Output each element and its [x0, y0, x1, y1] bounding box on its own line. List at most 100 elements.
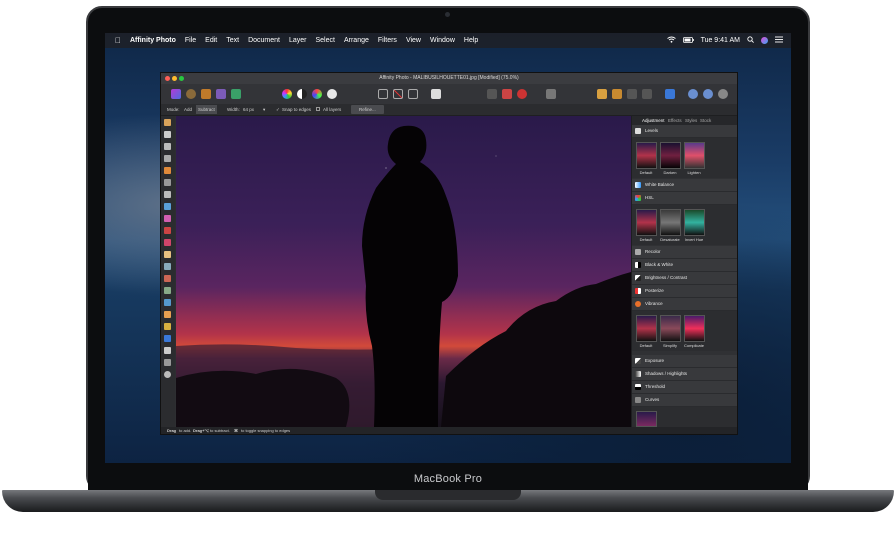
tab-adjustment[interactable]: Adjustment: [642, 116, 665, 125]
paint-brush-tool-icon[interactable]: [164, 227, 171, 234]
preset-thumb[interactable]: [684, 209, 705, 236]
adjustment-hsl[interactable]: HSL: [632, 192, 737, 205]
view-mode-icon[interactable]: [703, 89, 713, 99]
mesh-warp-tool-icon[interactable]: [164, 359, 171, 366]
adjustment-recolor[interactable]: Recolor: [632, 246, 737, 259]
preset-thumb[interactable]: [684, 315, 705, 342]
view-tool-icon[interactable]: [164, 119, 171, 126]
mode-icon[interactable]: [502, 89, 512, 99]
preset-thumb[interactable]: [636, 209, 657, 236]
deselect-icon[interactable]: [393, 89, 403, 99]
liquify-persona-icon[interactable]: [186, 89, 196, 99]
assistant-icon[interactable]: [688, 89, 698, 99]
tab-stock[interactable]: Stock: [700, 116, 711, 125]
notification-center-icon[interactable]: [775, 36, 783, 45]
color-replacement-tool-icon[interactable]: [164, 239, 171, 246]
photo-persona-icon[interactable]: [171, 89, 181, 99]
all-layers-checkbox[interactable]: [316, 107, 320, 111]
wifi-icon[interactable]: [666, 36, 676, 45]
gradient-tool-icon[interactable]: [164, 215, 171, 222]
minimize-window-button[interactable]: [172, 76, 177, 81]
width-value[interactable]: 64 px: [243, 104, 254, 115]
marquee-tool-icon[interactable]: [164, 179, 171, 186]
levels-icon[interactable]: [297, 89, 307, 99]
snap-checkbox[interactable]: ✓: [276, 104, 280, 115]
pen-tool-icon[interactable]: [164, 323, 171, 330]
preset-thumb[interactable]: [660, 142, 681, 169]
menu-view[interactable]: View: [406, 37, 421, 44]
burn-tool-icon[interactable]: [164, 275, 171, 282]
arrange-top-icon[interactable]: [642, 89, 652, 99]
adjustment-black-white[interactable]: Black & White: [632, 259, 737, 272]
snap-label[interactable]: Snap to edges: [282, 104, 311, 115]
invert-selection-icon[interactable]: [408, 89, 418, 99]
mode-add-button[interactable]: Add: [184, 104, 192, 115]
rect-selection-icon[interactable]: [378, 89, 388, 99]
menu-app-name[interactable]: Affinity Photo: [130, 37, 176, 44]
develop-persona-icon[interactable]: [201, 89, 211, 99]
text-tool-icon[interactable]: [164, 347, 171, 354]
preset-thumb[interactable]: [660, 209, 681, 236]
menu-arrange[interactable]: Arrange: [344, 37, 369, 44]
dodge-tool-icon[interactable]: [164, 263, 171, 270]
hsl-icon[interactable]: [312, 89, 322, 99]
brush-options-icon[interactable]: [546, 89, 556, 99]
arrange-forward-icon[interactable]: [612, 89, 622, 99]
menu-document[interactable]: Document: [248, 37, 280, 44]
arrange-back-icon[interactable]: [597, 89, 607, 99]
adjustment-curves[interactable]: Curves: [632, 394, 737, 407]
search-icon[interactable]: [747, 36, 754, 45]
white-balance-icon[interactable]: [327, 89, 337, 99]
clone-tool-icon[interactable]: [164, 287, 171, 294]
menu-select[interactable]: Select: [316, 37, 335, 44]
all-layers-label[interactable]: All layers: [323, 104, 341, 115]
menu-window[interactable]: Window: [430, 37, 455, 44]
export-persona-icon[interactable]: [231, 89, 241, 99]
menu-edit[interactable]: Edit: [205, 37, 217, 44]
menu-text[interactable]: Text: [226, 37, 239, 44]
preset-thumb[interactable]: [636, 315, 657, 342]
shape-tool-icon[interactable]: [164, 335, 171, 342]
apple-icon[interactable]: : [115, 36, 121, 45]
close-window-button[interactable]: [165, 76, 170, 81]
preset-thumb[interactable]: [660, 315, 681, 342]
preset-thumb[interactable]: [684, 142, 705, 169]
adjustment-vibrance[interactable]: Vibrance: [632, 298, 737, 311]
adjustment-threshold[interactable]: Threshold: [632, 381, 737, 394]
move-tool-icon[interactable]: [164, 131, 171, 138]
zoom-window-button[interactable]: [179, 76, 184, 81]
crop-tool-icon[interactable]: [164, 155, 171, 162]
snapping-icon[interactable]: [718, 89, 728, 99]
brush-selection-tool-icon[interactable]: [164, 143, 171, 150]
menu-layer[interactable]: Layer: [289, 37, 307, 44]
adjustment-white-balance[interactable]: White Balance: [632, 179, 737, 192]
flood-fill-tool-icon[interactable]: [164, 203, 171, 210]
align-icon[interactable]: [665, 89, 675, 99]
preset-thumb[interactable]: [636, 411, 657, 427]
menu-help[interactable]: Help: [464, 37, 478, 44]
adjustment-shadows-highlights[interactable]: Shadows / Highlights: [632, 368, 737, 381]
adjustment-levels[interactable]: Levels: [632, 125, 737, 138]
selection-brush-tool-icon[interactable]: [164, 167, 171, 174]
snapping-grid-icon[interactable]: [487, 89, 497, 99]
arrange-front-icon[interactable]: [627, 89, 637, 99]
battery-icon[interactable]: [682, 36, 694, 45]
preset-thumb[interactable]: [636, 142, 657, 169]
freehand-selection-tool-icon[interactable]: [164, 191, 171, 198]
mode-subtract-button[interactable]: Subtract: [196, 105, 217, 114]
menu-file[interactable]: File: [185, 37, 196, 44]
color-wheel-icon[interactable]: [282, 89, 292, 99]
zoom-tool-icon[interactable]: [164, 371, 171, 378]
photo-canvas[interactable]: [176, 116, 631, 427]
blur-brush-tool-icon[interactable]: [164, 299, 171, 306]
tab-styles[interactable]: Styles: [685, 116, 697, 125]
quick-mask-icon[interactable]: [431, 89, 441, 99]
tone-mapping-persona-icon[interactable]: [216, 89, 226, 99]
siri-icon[interactable]: [761, 37, 768, 44]
width-dropdown-icon[interactable]: ▾: [263, 104, 265, 115]
adjustment-brightness-contrast[interactable]: Brightness / Contrast: [632, 272, 737, 285]
tab-effects[interactable]: Effects: [668, 116, 682, 125]
adjustment-posterize[interactable]: Posterize: [632, 285, 737, 298]
erase-brush-tool-icon[interactable]: [164, 251, 171, 258]
menu-filters[interactable]: Filters: [378, 37, 397, 44]
